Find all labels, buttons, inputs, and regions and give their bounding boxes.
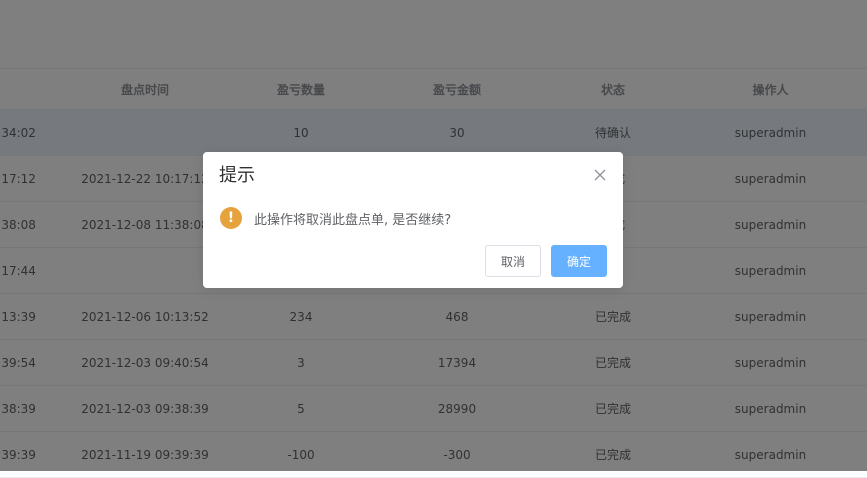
dialog-body: ! 此操作将取消此盘点单, 是否继续?	[220, 207, 451, 229]
cancel-button[interactable]: 取消	[485, 245, 541, 277]
close-icon[interactable]	[593, 168, 607, 182]
dialog-message: 此操作将取消此盘点单, 是否继续?	[254, 212, 452, 228]
confirm-button[interactable]: 确定	[551, 245, 607, 277]
warning-icon: !	[220, 207, 242, 229]
dialog-title: 提示	[219, 165, 255, 186]
confirm-dialog: 提示 ! 此操作将取消此盘点单, 是否继续? 取消 确定	[203, 152, 623, 288]
